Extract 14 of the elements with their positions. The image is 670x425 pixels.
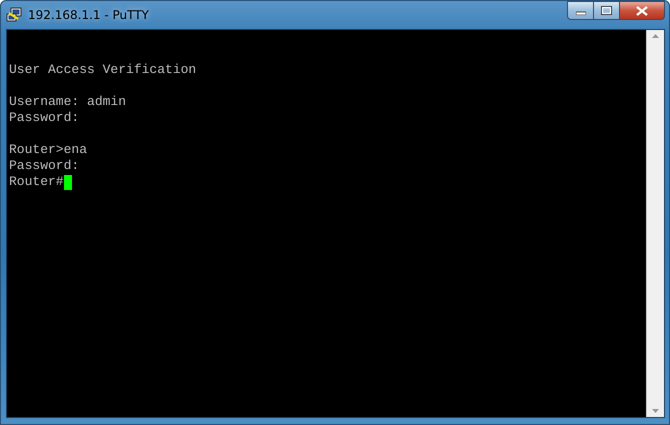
terminal-line: Username: admin xyxy=(9,94,126,110)
close-icon xyxy=(636,6,648,16)
window-title: 192.168.1.1 - PuTTY xyxy=(28,8,150,22)
minimize-button[interactable] xyxy=(567,1,594,20)
terminal-area[interactable]: User Access Verification Username: admin Password: Router>ena Password: Router# xyxy=(7,30,646,417)
terminal-line: Router>ena xyxy=(9,142,88,158)
close-button[interactable] xyxy=(620,1,665,20)
terminal-line: User Access Verification xyxy=(9,62,196,78)
computer-icon xyxy=(6,7,22,23)
terminal-line: Router# xyxy=(9,174,64,190)
terminal-line: Password: xyxy=(9,158,80,174)
terminal-line: Password: xyxy=(9,110,80,126)
maximize-button[interactable] xyxy=(594,1,620,20)
maximize-icon xyxy=(601,6,612,15)
